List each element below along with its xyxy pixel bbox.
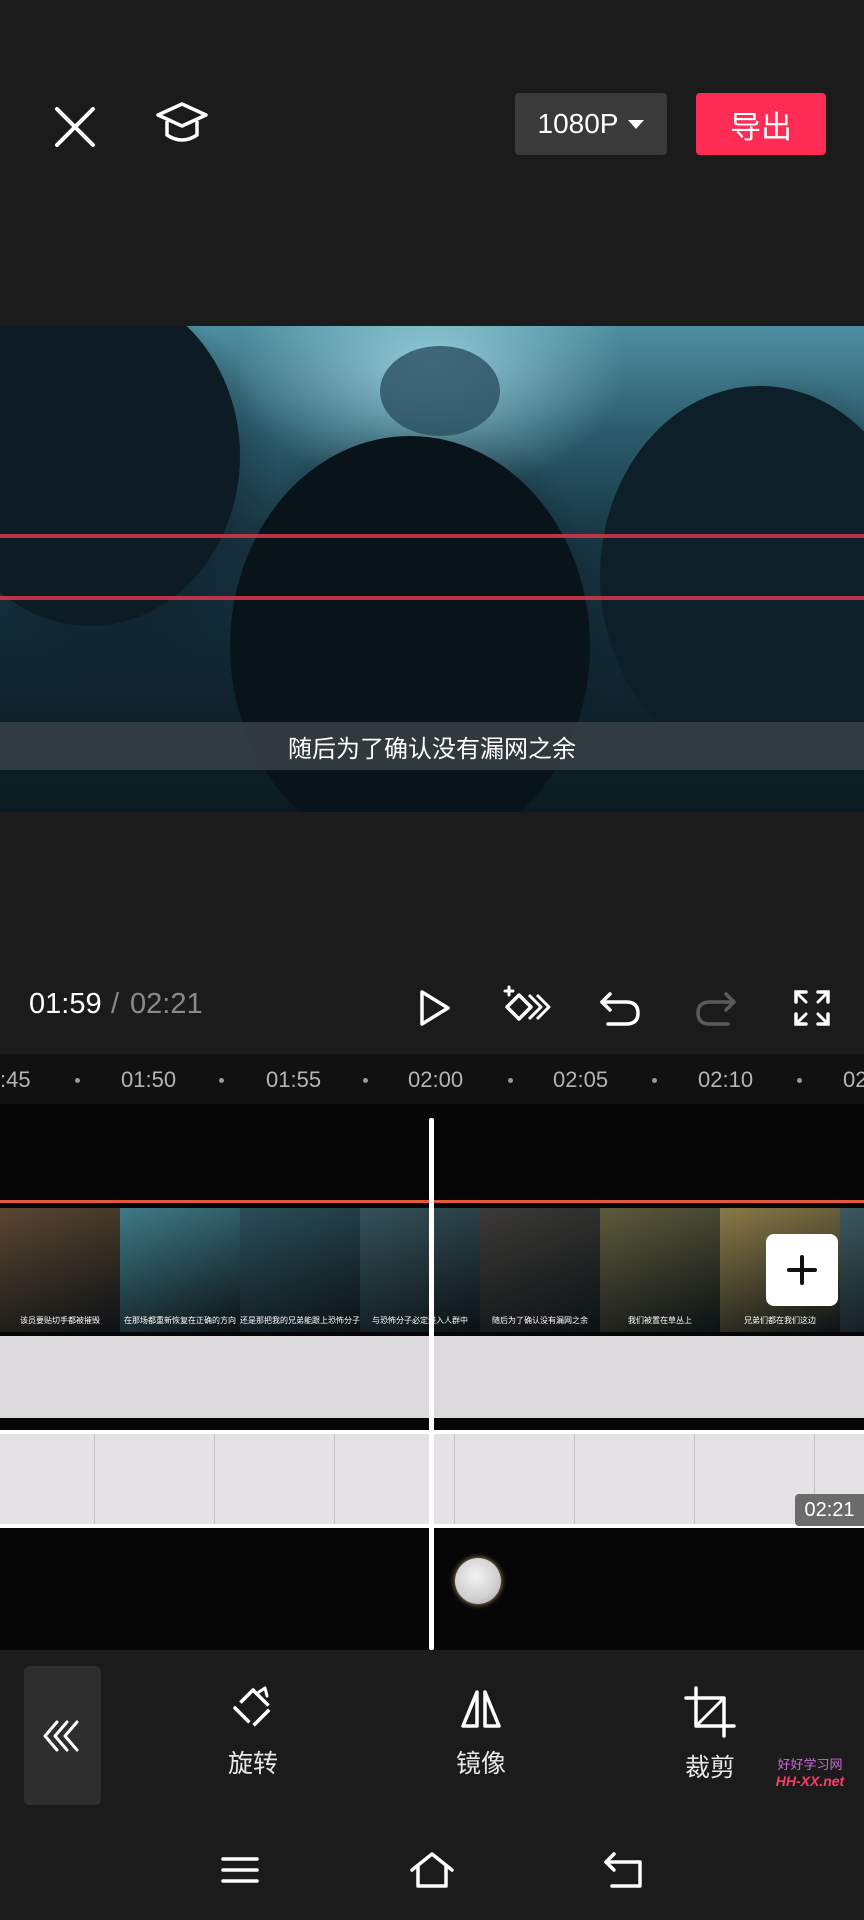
- duration-badge: 02:21: [795, 1494, 864, 1526]
- ruler-label: :45: [0, 1067, 31, 1092]
- clip-thumbnail[interactable]: 随后为了确认没有漏网之余: [480, 1208, 600, 1332]
- back-icon[interactable]: [594, 1840, 654, 1900]
- clip-caption: 兄弟们都在我们这边: [744, 1316, 816, 1325]
- clip-caption: 日落时分大家: [840, 1315, 864, 1326]
- fullscreen-icon[interactable]: [782, 978, 842, 1038]
- clip-caption: 我们被置在草丛上: [628, 1316, 692, 1325]
- clip-thumbnail[interactable]: 我们被置在草丛上: [600, 1208, 720, 1332]
- rotate-icon: [233, 1686, 273, 1728]
- rotate-button[interactable]: 旋转: [198, 1686, 308, 1796]
- video-preview[interactable]: 随后为了确认没有漏网之余: [0, 326, 864, 812]
- ruler-dot: [797, 1078, 802, 1083]
- close-icon[interactable]: [40, 92, 110, 162]
- scrub-handle[interactable]: [455, 1558, 501, 1604]
- ruler-dot: [75, 1078, 80, 1083]
- rotate-label: 旋转: [227, 1750, 278, 1778]
- mirror-label: 镜像: [455, 1750, 506, 1778]
- ruler-label: 02:10: [698, 1067, 754, 1092]
- ruler-dot: [363, 1078, 368, 1083]
- silhouette: [380, 346, 500, 436]
- guide-line-top: [0, 534, 864, 538]
- playback-controls: 01:59 / 02:21: [0, 960, 864, 1056]
- ruler-label: 02:05: [553, 1067, 609, 1092]
- track-divider: [574, 1434, 575, 1524]
- playhead[interactable]: [429, 1118, 434, 1650]
- mirror-icon: [461, 1690, 501, 1728]
- track-divider: [454, 1434, 455, 1524]
- crop-button[interactable]: 裁剪: [655, 1686, 765, 1796]
- ruler-label: 01:55: [266, 1067, 322, 1092]
- plus-icon: [787, 1255, 817, 1285]
- collapse-toolbar-button[interactable]: [24, 1666, 101, 1805]
- ruler-dot: [652, 1078, 657, 1083]
- undo-icon[interactable]: [590, 978, 650, 1038]
- caret-down-icon: [628, 119, 645, 129]
- system-nav-bar: [0, 1820, 864, 1920]
- clip-thumbnail[interactable]: 还是那把我的兄弟能跟上恐怖分子: [240, 1208, 360, 1332]
- watermark-line-2: HH-XX.net: [775, 1773, 845, 1789]
- export-button[interactable]: 导出: [696, 93, 826, 155]
- resolution-dropdown[interactable]: 1080P: [515, 93, 667, 155]
- keyframe-icon[interactable]: [494, 978, 554, 1038]
- ruler-label: 02:00: [408, 1067, 464, 1092]
- crop-icon: [684, 1686, 736, 1738]
- top-bar: 1080P 导出: [0, 0, 864, 326]
- crop-label: 裁剪: [684, 1754, 735, 1782]
- clip-thumbnail[interactable]: 该员要贴切手都被摧毁: [0, 1208, 120, 1332]
- ruler-label: 01:50: [121, 1067, 177, 1092]
- double-chevron-left-icon: [43, 1720, 78, 1751]
- redo-icon[interactable]: [686, 978, 746, 1038]
- track-divider: [334, 1434, 335, 1524]
- clip-caption: 该员要贴切手都被摧毁: [20, 1316, 100, 1325]
- watermark-line-1: 好好学习网: [777, 1757, 843, 1772]
- menu-icon[interactable]: [210, 1840, 270, 1900]
- edit-toolbar: 旋转 镜像 裁剪: [0, 1650, 864, 1820]
- ruler-dot: [508, 1078, 513, 1083]
- track-divider: [694, 1434, 695, 1524]
- track-divider: [214, 1434, 215, 1524]
- resolution-label: 1080P: [537, 108, 619, 139]
- graduation-cap-icon[interactable]: [146, 88, 218, 160]
- clip-thumbnail[interactable]: 与恐怖分子必定进入人群中: [360, 1208, 480, 1332]
- clip-thumbnail[interactable]: 日落时分大家: [840, 1208, 864, 1332]
- current-time: 01:59: [29, 988, 102, 1020]
- clip-caption: 在那场都重新恢复在正确的方向: [124, 1316, 236, 1325]
- add-clip-button[interactable]: [766, 1234, 838, 1306]
- home-icon[interactable]: [402, 1840, 462, 1900]
- ruler-label: 02: [843, 1067, 864, 1092]
- watermark: 好好学习网 HH-XX.net: [760, 1757, 860, 1789]
- subtitle-text[interactable]: 随后为了确认没有漏网之余: [0, 722, 864, 770]
- clip-caption: 还是那把我的兄弟能跟上恐怖分子: [240, 1316, 360, 1325]
- time-ruler[interactable]: :45 01:50 01:55 02:00 02:05 02:10 02: [0, 1054, 864, 1104]
- play-icon[interactable]: [404, 978, 464, 1038]
- timeline[interactable]: 该员要贴切手都被摧毁 在那场都重新恢复在正确的方向 还是那把我的兄弟能跟上恐怖分子 与…: [0, 1104, 864, 1650]
- clip-caption: 与恐怖分子必定进入人群中: [372, 1316, 468, 1325]
- track-divider: [94, 1434, 95, 1524]
- total-time: 02:21: [130, 988, 203, 1020]
- mirror-button[interactable]: 镜像: [426, 1686, 536, 1796]
- time-separator: /: [111, 988, 120, 1020]
- ruler-dot: [219, 1078, 224, 1083]
- clip-thumbnail[interactable]: 在那场都重新恢复在正确的方向: [120, 1208, 240, 1332]
- clip-caption: 随后为了确认没有漏网之余: [492, 1316, 588, 1325]
- guide-line-bottom: [0, 596, 864, 600]
